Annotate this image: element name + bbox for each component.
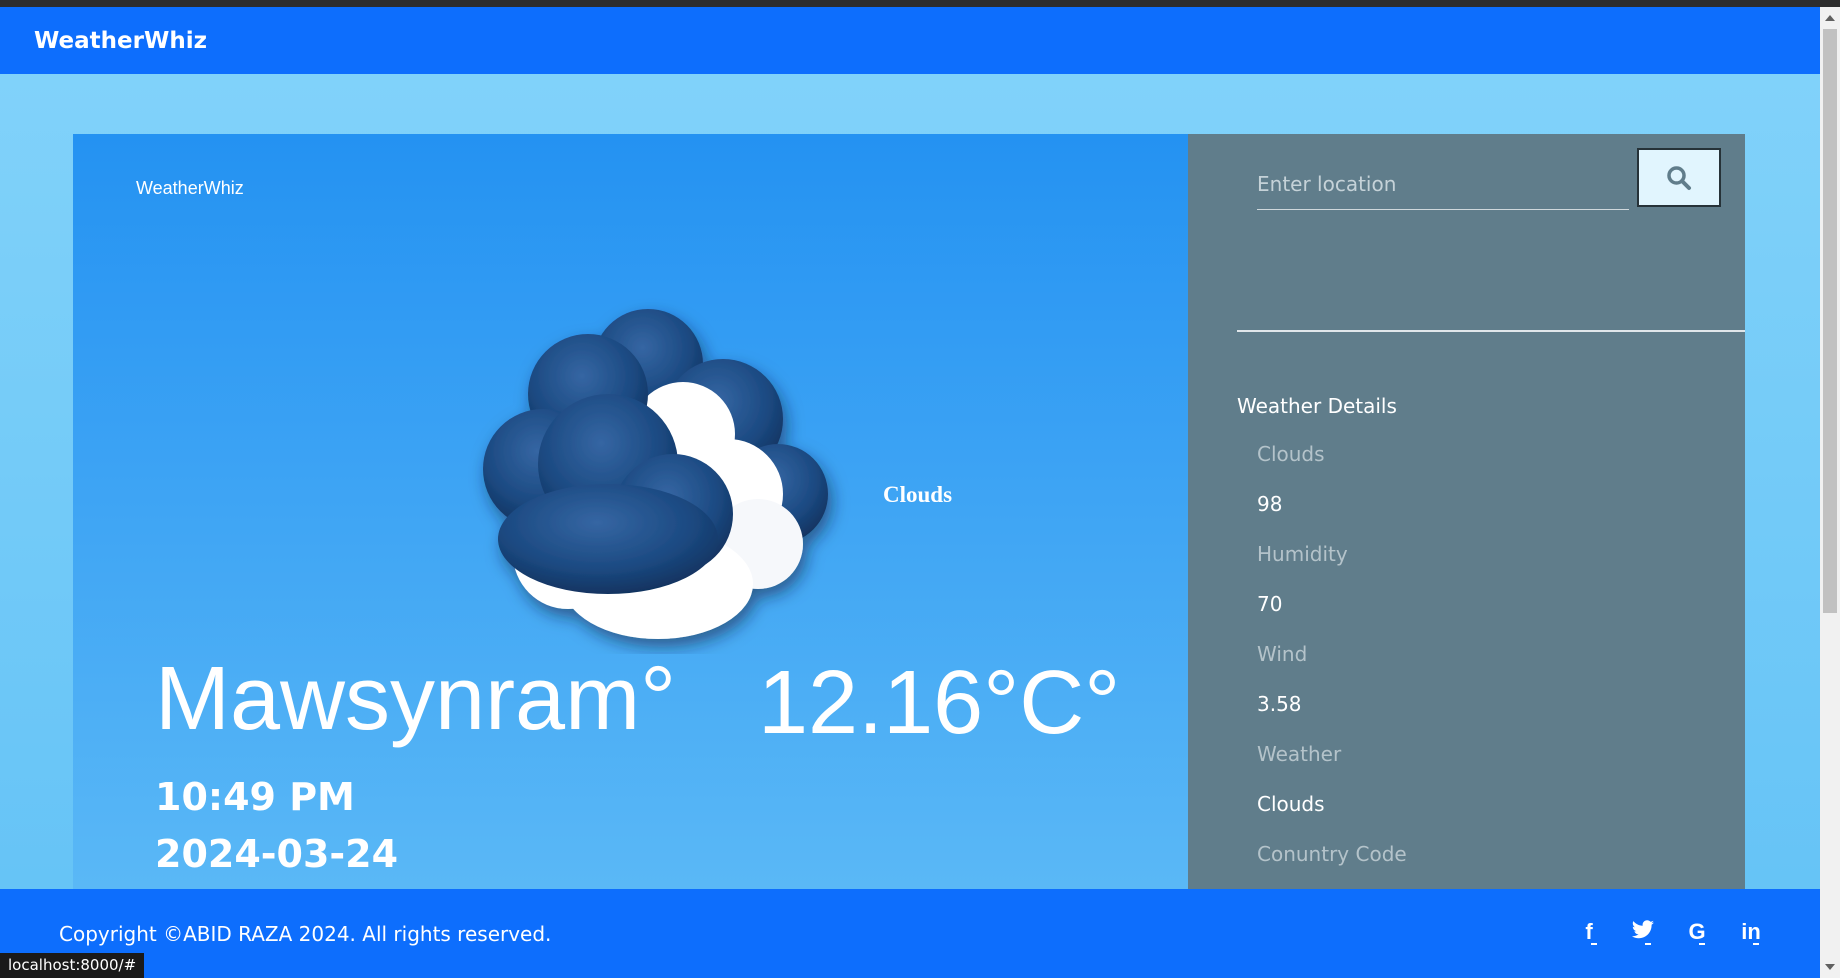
facebook-icon[interactable]: f [1575, 919, 1603, 947]
detail-value-weather: Clouds [1257, 792, 1325, 816]
temperature: 12.16°C° [758, 653, 1121, 753]
detail-label-humidity: Humidity [1257, 542, 1348, 566]
city-name: Mawsynram° [155, 649, 677, 749]
search-button[interactable] [1637, 148, 1721, 207]
detail-label-wind: Wind [1257, 642, 1308, 666]
detail-label-country-code: Conuntry Code [1257, 842, 1407, 866]
details-panel: Weather Details Clouds 98 Humidity 70 Wi… [1188, 134, 1745, 889]
detail-label-weather: Weather [1257, 742, 1342, 766]
clouds-icon [483, 309, 828, 639]
google-icon[interactable]: G [1683, 919, 1711, 947]
local-time: 10:49 PM [155, 775, 355, 819]
local-date: 2024-03-24 [155, 832, 399, 876]
navbar: WeatherWhiz [0, 7, 1820, 74]
detail-value-clouds: 98 [1257, 492, 1283, 516]
navbar-brand[interactable]: WeatherWhiz [34, 28, 207, 54]
detail-label-clouds: Clouds [1257, 442, 1325, 466]
search-icon [1667, 165, 1691, 190]
weather-card: WeatherWhiz Clouds Mawsynram° 12.16°C° 1… [73, 134, 1745, 889]
scroll-down-arrow-icon[interactable] [1825, 964, 1835, 970]
panel-brand: WeatherWhiz [136, 178, 244, 198]
social-links: f G in [1575, 919, 1765, 947]
location-search-input[interactable] [1257, 158, 1629, 210]
copyright-text: Copyright ©ABID RAZA 2024. All rights re… [59, 922, 552, 946]
weather-details-list: Clouds 98 Humidity 70 Wind 3.58 Weather … [1257, 444, 1407, 894]
vertical-scrollbar[interactable] [1820, 7, 1840, 978]
current-weather-panel: WeatherWhiz Clouds Mawsynram° 12.16°C° 1… [73, 134, 1188, 889]
detail-value-wind: 3.58 [1257, 692, 1302, 716]
details-divider [1237, 330, 1745, 332]
weather-details-title: Weather Details [1237, 394, 1397, 418]
detail-value-humidity: 70 [1257, 592, 1283, 616]
footer: Copyright ©ABID RAZA 2024. All rights re… [0, 889, 1820, 978]
status-bar-url: localhost:8000/# [0, 953, 145, 978]
scroll-up-arrow-icon[interactable] [1825, 15, 1835, 21]
twitter-icon[interactable] [1629, 919, 1657, 947]
window-top-border [0, 0, 1840, 7]
linkedin-icon[interactable]: in [1737, 919, 1765, 947]
weather-condition-caption: Clouds [883, 482, 953, 507]
scrollbar-thumb[interactable] [1823, 29, 1837, 613]
